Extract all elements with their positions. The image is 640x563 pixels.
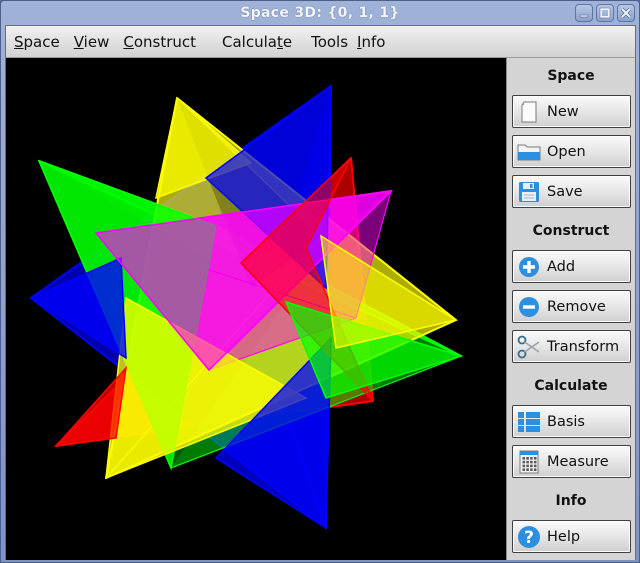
add-circle-icon [517,255,541,279]
sidebar: Space New Open Save Construct Add Remove Transf… [506,58,635,560]
maximize-icon [599,7,611,19]
scissors-icon [517,335,541,359]
remove-button[interactable]: Remove [512,290,631,323]
3d-viewport[interactable] [6,58,506,560]
menu-construct[interactable]: Construct [123,33,196,51]
section-title-calculate: Calculate [534,378,608,394]
transform-button[interactable]: Transform [512,330,631,363]
open-folder-icon [517,140,541,164]
button-label: New [547,103,579,120]
minimize-icon [579,14,589,18]
facet-yellow [320,234,458,349]
button-label: Save [547,183,583,200]
open-button[interactable]: Open [512,135,631,168]
help-icon: ? [517,525,541,549]
maximize-button[interactable] [596,4,614,22]
basis-button[interactable]: Basis [512,405,631,438]
svg-text:?: ? [524,528,534,548]
app-window: Space 3D: {0, 1, 1} Space View Construct Ca… [0,0,640,563]
menu-bar: Space View Construct Calculate Tools Info [6,26,635,58]
menu-space[interactable]: Space [14,33,60,51]
button-label: Open [547,143,586,160]
button-label: Remove [547,298,606,315]
button-label: Measure [547,453,609,470]
help-button[interactable]: ? Help [512,520,631,553]
menu-info[interactable]: Info [357,33,385,51]
window-title: Space 3D: {0, 1, 1} [240,5,400,21]
button-label: Add [547,258,576,275]
minimize-button[interactable] [575,4,593,22]
client-area: Space View Construct Calculate Tools Info Spa… [5,25,636,560]
tetrahedra-compound-scene[interactable] [6,58,506,560]
section-title-info: Info [555,493,587,509]
menu-tools[interactable]: Tools [311,33,348,51]
remove-circle-icon [517,295,541,319]
measure-button[interactable]: Measure [512,445,631,478]
button-label: Help [547,528,581,545]
basis-list-icon [517,410,541,434]
window-controls [575,4,635,22]
close-button[interactable] [617,4,635,22]
section-title-construct: Construct [532,223,610,239]
save-button[interactable]: Save [512,175,631,208]
close-icon [620,7,632,19]
menu-view[interactable]: View [74,33,110,51]
section-title-space: Space [547,68,595,84]
new-document-icon [517,100,541,124]
button-label: Basis [547,413,585,430]
save-floppy-icon [517,180,541,204]
button-label: Transform [547,338,620,355]
facet-red [54,365,128,448]
menu-calculate[interactable]: Calculate [222,33,292,51]
calculator-icon [517,450,541,474]
title-bar[interactable]: Space 3D: {0, 1, 1} [1,1,639,25]
add-button[interactable]: Add [512,250,631,283]
new-button[interactable]: New [512,95,631,128]
